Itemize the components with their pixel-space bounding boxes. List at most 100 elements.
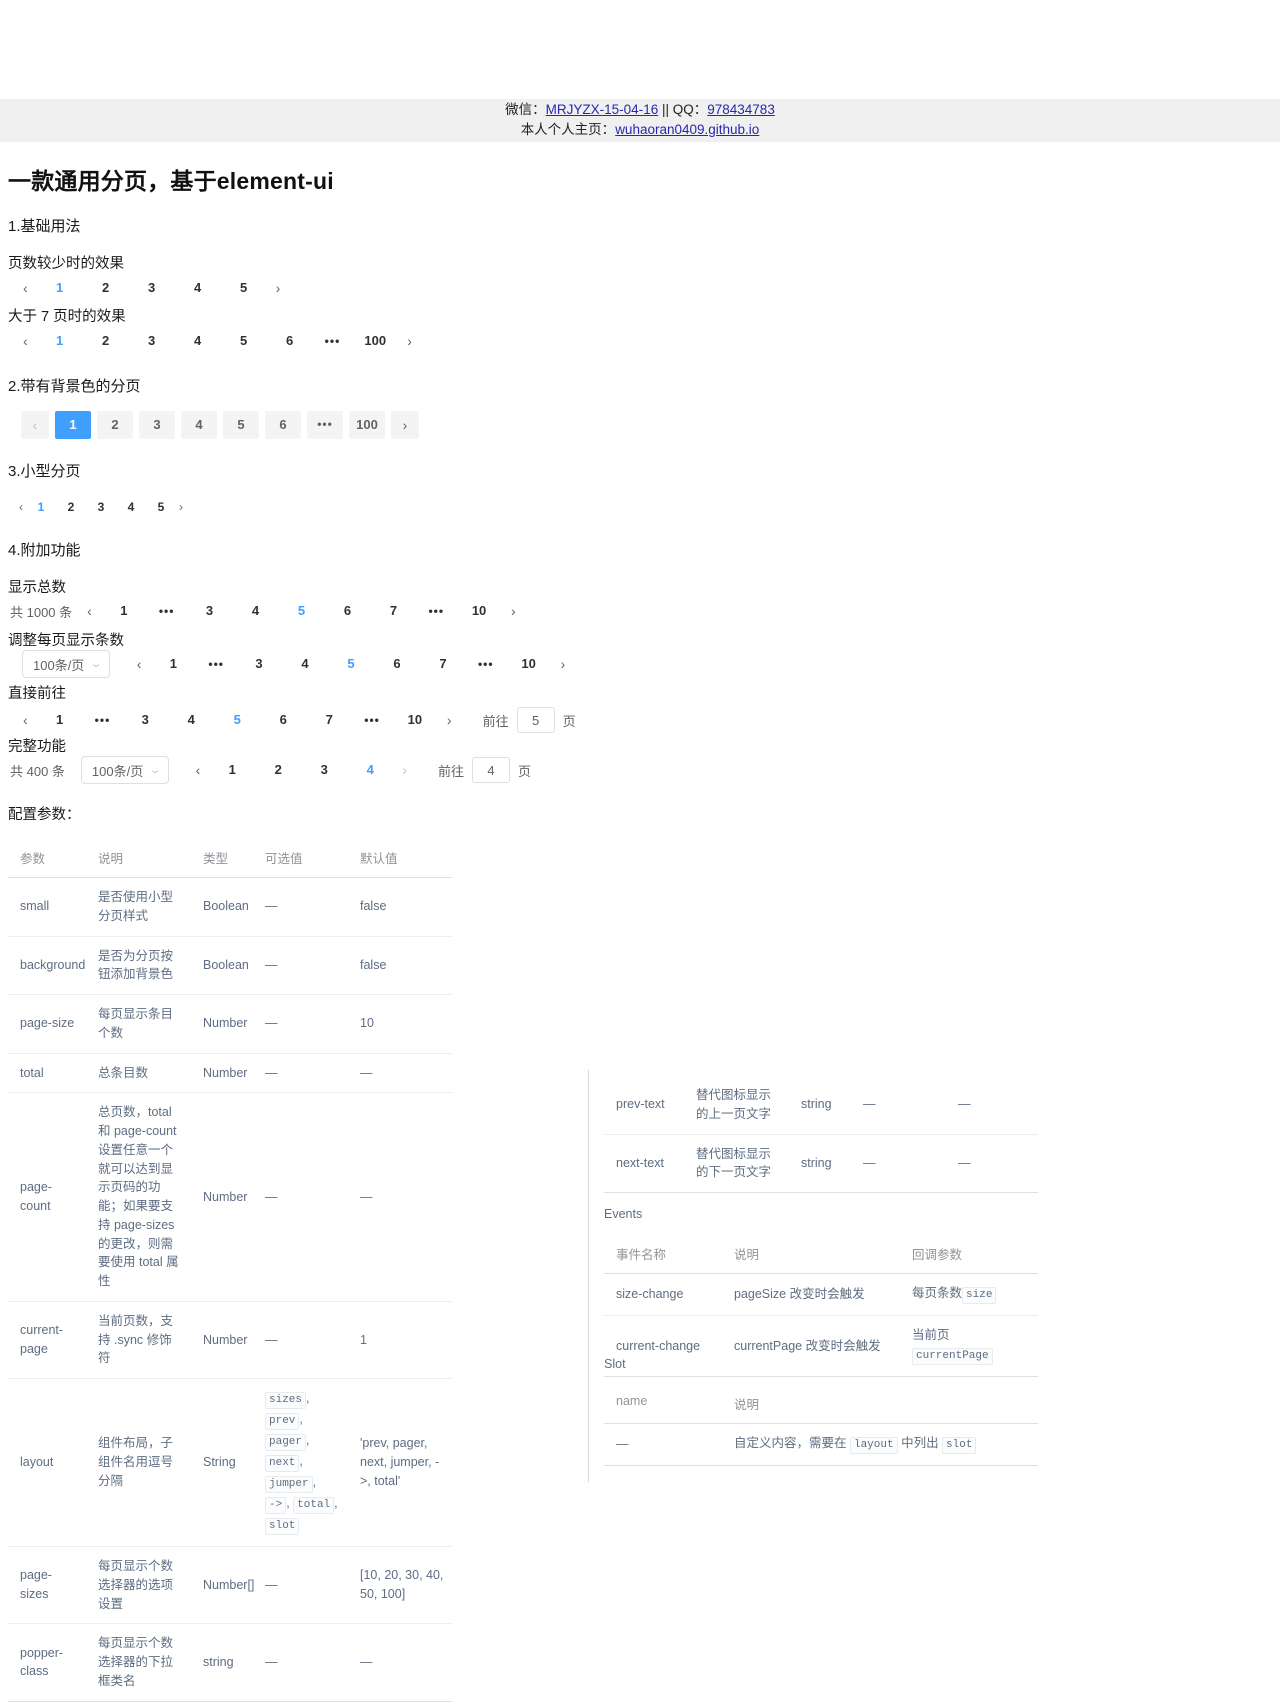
total-count-label: 共 1000 条 bbox=[10, 604, 73, 620]
jumper-input[interactable] bbox=[471, 757, 510, 783]
page-button-5[interactable]: 5 bbox=[150, 497, 172, 517]
next-page-icon[interactable]: › bbox=[391, 411, 419, 439]
page-ellipsis-right-icon[interactable]: ••• bbox=[360, 714, 384, 726]
page-button-5[interactable]: 5 bbox=[223, 411, 259, 439]
page-ellipsis-right-icon[interactable]: ••• bbox=[424, 605, 448, 617]
page-button-4[interactable]: 4 bbox=[355, 759, 385, 781]
page-button-4[interactable]: 4 bbox=[183, 277, 213, 299]
qq-label: QQ： bbox=[672, 102, 708, 117]
page-button-6[interactable]: 6 bbox=[268, 709, 298, 731]
pagination-with-total[interactable]: 共 1000 条 ‹ 1 ••• 3 4 5 6 7 ••• 10 › bbox=[10, 600, 525, 622]
pagination-background[interactable]: ‹ 1 2 3 4 5 6 ••• 100 › bbox=[18, 411, 422, 439]
page-button-1[interactable]: 1 bbox=[45, 330, 75, 352]
col-header-name: 参数 bbox=[8, 838, 86, 878]
page-button-1[interactable]: 1 bbox=[217, 759, 247, 781]
prev-page-icon[interactable]: ‹ bbox=[82, 603, 97, 619]
page-ellipsis-icon[interactable]: ••• bbox=[307, 411, 343, 439]
page-button-6[interactable]: 6 bbox=[265, 411, 301, 439]
pagination-full[interactable]: 共 400 条 100条/页 ⌄ ‹ 1 2 3 4 › 前往 页 bbox=[10, 756, 535, 784]
page-button-2[interactable]: 2 bbox=[91, 330, 121, 352]
page-button-2[interactable]: 2 bbox=[263, 759, 293, 781]
pagination-with-jumper[interactable]: ‹ 1 ••• 3 4 5 6 7 ••• 10 › 前往 页 bbox=[14, 707, 580, 733]
page-button-3[interactable]: 3 bbox=[130, 709, 160, 731]
pagination-with-sizes[interactable]: 100条/页 ⌄ ‹ 1 ••• 3 4 5 6 7 ••• 10 › bbox=[22, 650, 574, 678]
page-button-3[interactable]: 3 bbox=[90, 497, 112, 517]
page-button-2[interactable]: 2 bbox=[97, 411, 133, 439]
page-ellipsis-left-icon[interactable]: ••• bbox=[204, 658, 228, 670]
prev-page-icon[interactable]: ‹ bbox=[16, 500, 26, 514]
page-button-2[interactable]: 2 bbox=[91, 277, 121, 299]
subheading-many-pages: 大于 7 页时的效果 bbox=[8, 309, 126, 325]
page-button-last[interactable]: 10 bbox=[464, 600, 494, 622]
next-page-icon[interactable]: › bbox=[556, 656, 571, 672]
pagination-small[interactable]: ‹ 1 2 3 4 5 › bbox=[16, 497, 186, 517]
page-button-4[interactable]: 4 bbox=[290, 653, 320, 675]
next-page-icon[interactable]: › bbox=[176, 500, 186, 514]
page-button-3[interactable]: 3 bbox=[137, 277, 167, 299]
page-button-7[interactable]: 7 bbox=[314, 709, 344, 731]
page-button-4[interactable]: 4 bbox=[120, 497, 142, 517]
next-page-icon[interactable]: › bbox=[506, 603, 521, 619]
next-page-icon[interactable]: › bbox=[271, 280, 286, 296]
page-ellipsis-right-icon[interactable]: ••• bbox=[474, 658, 498, 670]
page-ellipsis-icon[interactable]: ••• bbox=[321, 335, 345, 347]
page-ellipsis-left-icon[interactable]: ••• bbox=[155, 605, 179, 617]
page-button-5[interactable]: 5 bbox=[229, 277, 259, 299]
wechat-link[interactable]: MRJYZX-15-04-16 bbox=[546, 102, 659, 117]
attr-name: total bbox=[8, 1053, 86, 1094]
page-button-3[interactable]: 3 bbox=[244, 653, 274, 675]
attr-default: [10, 20, 30, 40, 50, 100] bbox=[348, 1546, 452, 1625]
page-button-last[interactable]: 10 bbox=[514, 653, 544, 675]
page-button-3[interactable]: 3 bbox=[137, 330, 167, 352]
pagination-basic-many[interactable]: ‹ 1 2 3 4 5 6 ••• 100 › bbox=[14, 330, 421, 352]
page-button-first[interactable]: 1 bbox=[109, 600, 139, 622]
page-button-7[interactable]: 7 bbox=[428, 653, 458, 675]
page-button-4[interactable]: 4 bbox=[181, 411, 217, 439]
next-page-icon[interactable]: › bbox=[442, 712, 457, 728]
page-button-5[interactable]: 5 bbox=[222, 709, 252, 731]
next-page-icon[interactable]: › bbox=[402, 333, 417, 349]
page-button-4[interactable]: 4 bbox=[183, 330, 213, 352]
page-button-1[interactable]: 1 bbox=[45, 277, 75, 299]
prev-page-icon[interactable]: ‹ bbox=[18, 333, 33, 349]
page-jumper[interactable]: 前往 页 bbox=[479, 707, 580, 733]
page-button-1[interactable]: 1 bbox=[55, 411, 91, 439]
attr-desc: 替代图标显示的下一页文字 bbox=[684, 1134, 789, 1193]
page-button-4[interactable]: 4 bbox=[176, 709, 206, 731]
page-button-5[interactable]: 5 bbox=[286, 600, 316, 622]
page-button-3[interactable]: 3 bbox=[139, 411, 175, 439]
page-button-3[interactable]: 3 bbox=[194, 600, 224, 622]
page-jumper[interactable]: 前往 页 bbox=[434, 757, 535, 783]
page-button-5[interactable]: 5 bbox=[336, 653, 366, 675]
page-ellipsis-left-icon[interactable]: ••• bbox=[91, 714, 115, 726]
prev-page-icon[interactable]: ‹ bbox=[191, 762, 206, 778]
page-button-2[interactable]: 2 bbox=[60, 497, 82, 517]
page-button-6[interactable]: 6 bbox=[382, 653, 412, 675]
prev-page-icon[interactable]: ‹ bbox=[132, 656, 147, 672]
jumper-input[interactable] bbox=[516, 707, 555, 733]
page-button-1[interactable]: 1 bbox=[30, 497, 52, 517]
page-size-select[interactable]: 100条/页 ⌄ bbox=[80, 756, 169, 784]
prev-page-icon[interactable]: ‹ bbox=[18, 712, 33, 728]
prev-page-icon[interactable]: ‹ bbox=[21, 411, 49, 439]
page-button-6[interactable]: 6 bbox=[332, 600, 362, 622]
page-size-select[interactable]: 100条/页 ⌄ bbox=[22, 650, 110, 678]
event-param-text: 当前页 bbox=[912, 1328, 950, 1342]
pagination-basic-few[interactable]: ‹ 1 2 3 4 5 › bbox=[14, 277, 289, 299]
prev-page-icon[interactable]: ‹ bbox=[18, 280, 33, 296]
attr-default: — bbox=[348, 1053, 452, 1094]
page-button-first[interactable]: 1 bbox=[158, 653, 188, 675]
homepage-link[interactable]: wuhaoran0409.github.io bbox=[615, 122, 759, 137]
page-button-7[interactable]: 7 bbox=[378, 600, 408, 622]
next-page-icon[interactable]: › bbox=[397, 762, 412, 778]
page-button-last[interactable]: 100 bbox=[349, 411, 385, 439]
page-button-last[interactable]: 10 bbox=[400, 709, 430, 731]
qq-link[interactable]: 978434783 bbox=[707, 102, 775, 117]
page-button-6[interactable]: 6 bbox=[275, 330, 305, 352]
page-button-3[interactable]: 3 bbox=[309, 759, 339, 781]
page-button-last[interactable]: 100 bbox=[360, 330, 390, 352]
page-button-5[interactable]: 5 bbox=[229, 330, 259, 352]
page-button-4[interactable]: 4 bbox=[240, 600, 270, 622]
attr-type: String bbox=[191, 1378, 253, 1547]
page-button-first[interactable]: 1 bbox=[45, 709, 75, 731]
